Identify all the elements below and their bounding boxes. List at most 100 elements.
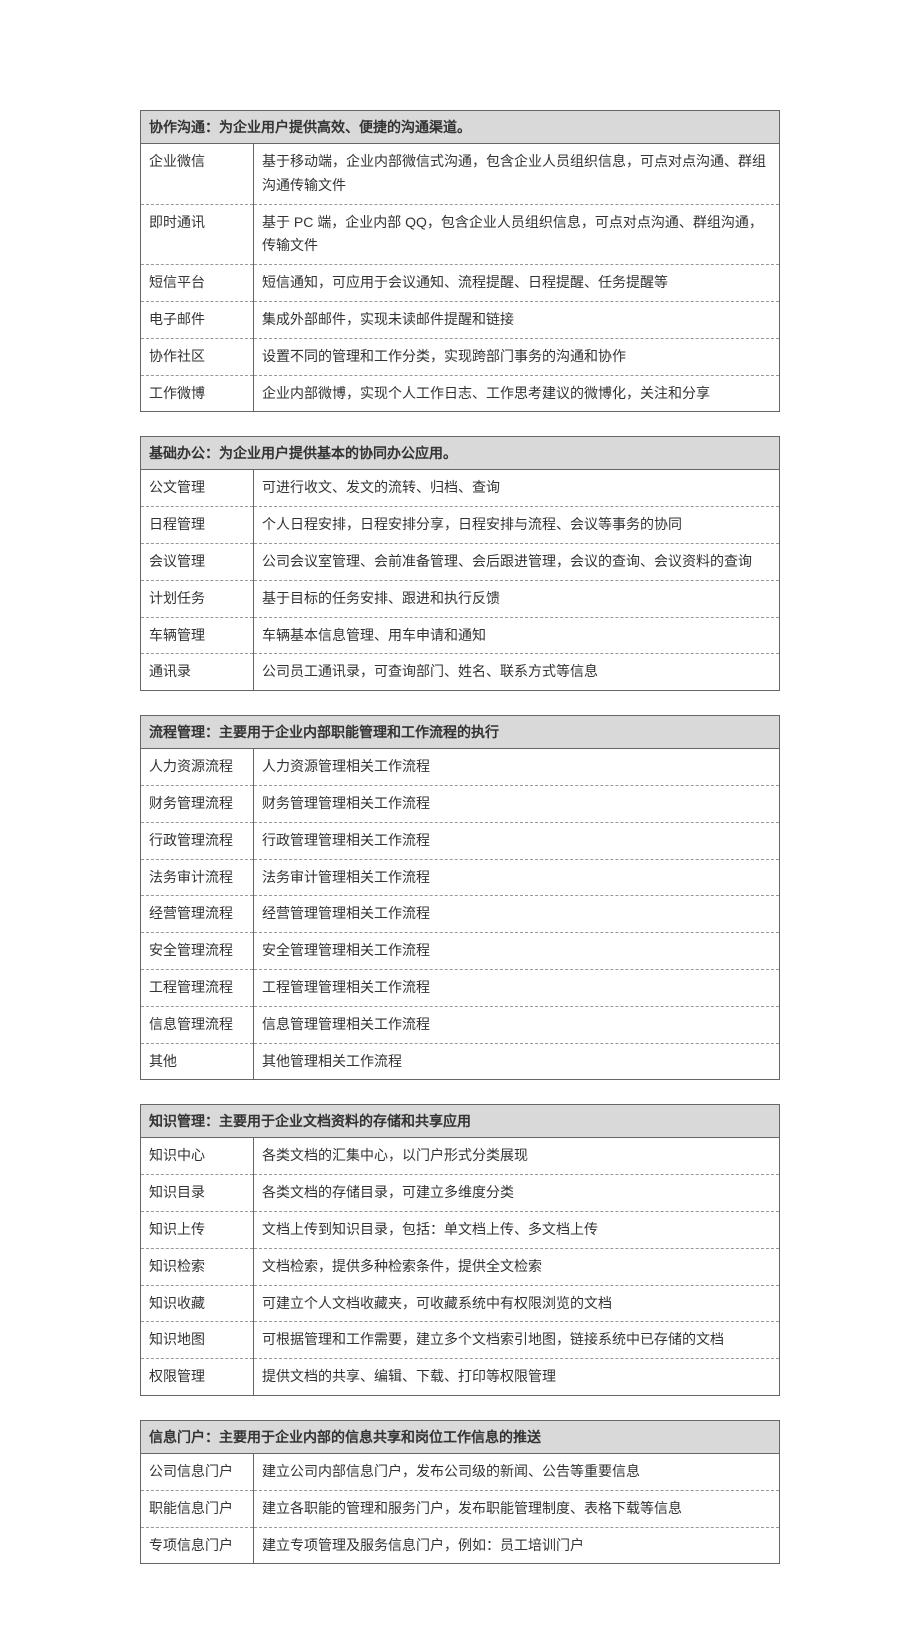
row-desc: 工程管理管理相关工作流程	[254, 969, 780, 1006]
row-desc: 个人日程安排，日程安排分享，日程安排与流程、会议等事务的协同	[254, 507, 780, 544]
table-row: 财务管理流程财务管理管理相关工作流程	[141, 785, 780, 822]
table-row: 会议管理公司会议室管理、会前准备管理、会后跟进管理，会议的查询、会议资料的查询	[141, 543, 780, 580]
row-label: 知识地图	[141, 1322, 254, 1359]
table-row: 安全管理流程安全管理管理相关工作流程	[141, 933, 780, 970]
section-table: 基础办公：为企业用户提供基本的协同办公应用。公文管理可进行收文、发文的流转、归档…	[140, 436, 780, 691]
row-desc: 提供文档的共享、编辑、下载、打印等权限管理	[254, 1359, 780, 1396]
row-desc: 其他管理相关工作流程	[254, 1043, 780, 1080]
row-label: 公司信息门户	[141, 1453, 254, 1490]
row-desc: 经营管理管理相关工作流程	[254, 896, 780, 933]
row-desc: 建立公司内部信息门户，发布公司级的新闻、公告等重要信息	[254, 1453, 780, 1490]
row-desc: 车辆基本信息管理、用车申请和通知	[254, 617, 780, 654]
row-label: 财务管理流程	[141, 785, 254, 822]
document-page: 协作沟通：为企业用户提供高效、便捷的沟通渠道。企业微信基于移动端，企业内部微信式…	[0, 0, 920, 1628]
table-row: 专项信息门户建立专项管理及服务信息门户，例如：员工培训门户	[141, 1527, 780, 1564]
table-row: 知识上传文档上传到知识目录，包括：单文档上传、多文档上传	[141, 1211, 780, 1248]
table-row: 计划任务基于目标的任务安排、跟进和执行反馈	[141, 580, 780, 617]
row-desc: 建立专项管理及服务信息门户，例如：员工培训门户	[254, 1527, 780, 1564]
row-label: 职能信息门户	[141, 1490, 254, 1527]
row-label: 人力资源流程	[141, 749, 254, 786]
table-row: 其他其他管理相关工作流程	[141, 1043, 780, 1080]
row-label: 工作微博	[141, 375, 254, 412]
row-desc: 企业内部微博，实现个人工作日志、工作思考建议的微博化，关注和分享	[254, 375, 780, 412]
table-row: 电子邮件集成外部邮件，实现未读邮件提醒和链接	[141, 301, 780, 338]
table-row: 协作社区设置不同的管理和工作分类，实现跨部门事务的沟通和协作	[141, 338, 780, 375]
row-desc: 可根据管理和工作需要，建立多个文档索引地图，链接系统中已存储的文档	[254, 1322, 780, 1359]
table-row: 知识收藏可建立个人文档收藏夹，可收藏系统中有权限浏览的文档	[141, 1285, 780, 1322]
table-row: 知识目录各类文档的存储目录，可建立多维度分类	[141, 1175, 780, 1212]
row-label: 电子邮件	[141, 301, 254, 338]
table-row: 信息管理流程信息管理管理相关工作流程	[141, 1006, 780, 1043]
row-label: 知识中心	[141, 1138, 254, 1175]
row-label: 知识目录	[141, 1175, 254, 1212]
row-desc: 公司会议室管理、会前准备管理、会后跟进管理，会议的查询、会议资料的查询	[254, 543, 780, 580]
table-row: 法务审计流程法务审计管理相关工作流程	[141, 859, 780, 896]
row-label: 行政管理流程	[141, 822, 254, 859]
table-row: 职能信息门户建立各职能的管理和服务门户，发布职能管理制度、表格下载等信息	[141, 1490, 780, 1527]
section-table: 流程管理：主要用于企业内部职能管理和工作流程的执行人力资源流程人力资源管理相关工…	[140, 715, 780, 1080]
table-row: 公文管理可进行收文、发文的流转、归档、查询	[141, 470, 780, 507]
table-row: 短信平台短信通知，可应用于会议通知、流程提醒、日程提醒、任务提醒等	[141, 265, 780, 302]
table-row: 行政管理流程行政管理管理相关工作流程	[141, 822, 780, 859]
row-desc: 各类文档的存储目录，可建立多维度分类	[254, 1175, 780, 1212]
section-table: 知识管理：主要用于企业文档资料的存储和共享应用知识中心各类文档的汇集中心，以门户…	[140, 1104, 780, 1396]
row-label: 车辆管理	[141, 617, 254, 654]
row-label: 短信平台	[141, 265, 254, 302]
table-row: 即时通讯基于 PC 端，企业内部 QQ，包含企业人员组织信息，可点对点沟通、群组…	[141, 204, 780, 265]
row-label: 公文管理	[141, 470, 254, 507]
row-desc: 建立各职能的管理和服务门户，发布职能管理制度、表格下载等信息	[254, 1490, 780, 1527]
row-desc: 文档检索，提供多种检索条件，提供全文检索	[254, 1248, 780, 1285]
table-row: 经营管理流程经营管理管理相关工作流程	[141, 896, 780, 933]
row-desc: 行政管理管理相关工作流程	[254, 822, 780, 859]
row-desc: 基于目标的任务安排、跟进和执行反馈	[254, 580, 780, 617]
table-row: 工作微博企业内部微博，实现个人工作日志、工作思考建议的微博化，关注和分享	[141, 375, 780, 412]
row-label: 计划任务	[141, 580, 254, 617]
row-label: 知识收藏	[141, 1285, 254, 1322]
section-header: 基础办公：为企业用户提供基本的协同办公应用。	[141, 437, 780, 470]
row-label: 法务审计流程	[141, 859, 254, 896]
table-row: 权限管理提供文档的共享、编辑、下载、打印等权限管理	[141, 1359, 780, 1396]
row-desc: 信息管理管理相关工作流程	[254, 1006, 780, 1043]
row-label: 协作社区	[141, 338, 254, 375]
row-desc: 文档上传到知识目录，包括：单文档上传、多文档上传	[254, 1211, 780, 1248]
row-label: 经营管理流程	[141, 896, 254, 933]
row-desc: 安全管理管理相关工作流程	[254, 933, 780, 970]
table-row: 通讯录公司员工通讯录，可查询部门、姓名、联系方式等信息	[141, 654, 780, 691]
row-desc: 集成外部邮件，实现未读邮件提醒和链接	[254, 301, 780, 338]
table-row: 日程管理个人日程安排，日程安排分享，日程安排与流程、会议等事务的协同	[141, 507, 780, 544]
row-desc: 基于移动端，企业内部微信式沟通，包含企业人员组织信息，可点对点沟通、群组沟通传输…	[254, 144, 780, 205]
table-row: 知识地图可根据管理和工作需要，建立多个文档索引地图，链接系统中已存储的文档	[141, 1322, 780, 1359]
row-label: 专项信息门户	[141, 1527, 254, 1564]
row-label: 其他	[141, 1043, 254, 1080]
row-desc: 法务审计管理相关工作流程	[254, 859, 780, 896]
row-desc: 可进行收文、发文的流转、归档、查询	[254, 470, 780, 507]
table-row: 车辆管理车辆基本信息管理、用车申请和通知	[141, 617, 780, 654]
row-label: 日程管理	[141, 507, 254, 544]
row-desc: 设置不同的管理和工作分类，实现跨部门事务的沟通和协作	[254, 338, 780, 375]
row-desc: 人力资源管理相关工作流程	[254, 749, 780, 786]
table-row: 工程管理流程工程管理管理相关工作流程	[141, 969, 780, 1006]
row-label: 企业微信	[141, 144, 254, 205]
section-header: 流程管理：主要用于企业内部职能管理和工作流程的执行	[141, 716, 780, 749]
row-desc: 可建立个人文档收藏夹，可收藏系统中有权限浏览的文档	[254, 1285, 780, 1322]
section-table: 信息门户：主要用于企业内部的信息共享和岗位工作信息的推送公司信息门户建立公司内部…	[140, 1420, 780, 1564]
row-label: 通讯录	[141, 654, 254, 691]
row-desc: 各类文档的汇集中心，以门户形式分类展现	[254, 1138, 780, 1175]
section-header: 信息门户：主要用于企业内部的信息共享和岗位工作信息的推送	[141, 1420, 780, 1453]
table-row: 人力资源流程人力资源管理相关工作流程	[141, 749, 780, 786]
row-label: 工程管理流程	[141, 969, 254, 1006]
row-label: 会议管理	[141, 543, 254, 580]
table-row: 公司信息门户建立公司内部信息门户，发布公司级的新闻、公告等重要信息	[141, 1453, 780, 1490]
row-desc: 短信通知，可应用于会议通知、流程提醒、日程提醒、任务提醒等	[254, 265, 780, 302]
table-row: 企业微信基于移动端，企业内部微信式沟通，包含企业人员组织信息，可点对点沟通、群组…	[141, 144, 780, 205]
section-header: 知识管理：主要用于企业文档资料的存储和共享应用	[141, 1105, 780, 1138]
row-desc: 基于 PC 端，企业内部 QQ，包含企业人员组织信息，可点对点沟通、群组沟通，传…	[254, 204, 780, 265]
row-label: 信息管理流程	[141, 1006, 254, 1043]
row-label: 知识上传	[141, 1211, 254, 1248]
row-desc: 财务管理管理相关工作流程	[254, 785, 780, 822]
row-label: 权限管理	[141, 1359, 254, 1396]
row-label: 知识检索	[141, 1248, 254, 1285]
row-label: 即时通讯	[141, 204, 254, 265]
section-table: 协作沟通：为企业用户提供高效、便捷的沟通渠道。企业微信基于移动端，企业内部微信式…	[140, 110, 780, 412]
table-row: 知识中心各类文档的汇集中心，以门户形式分类展现	[141, 1138, 780, 1175]
